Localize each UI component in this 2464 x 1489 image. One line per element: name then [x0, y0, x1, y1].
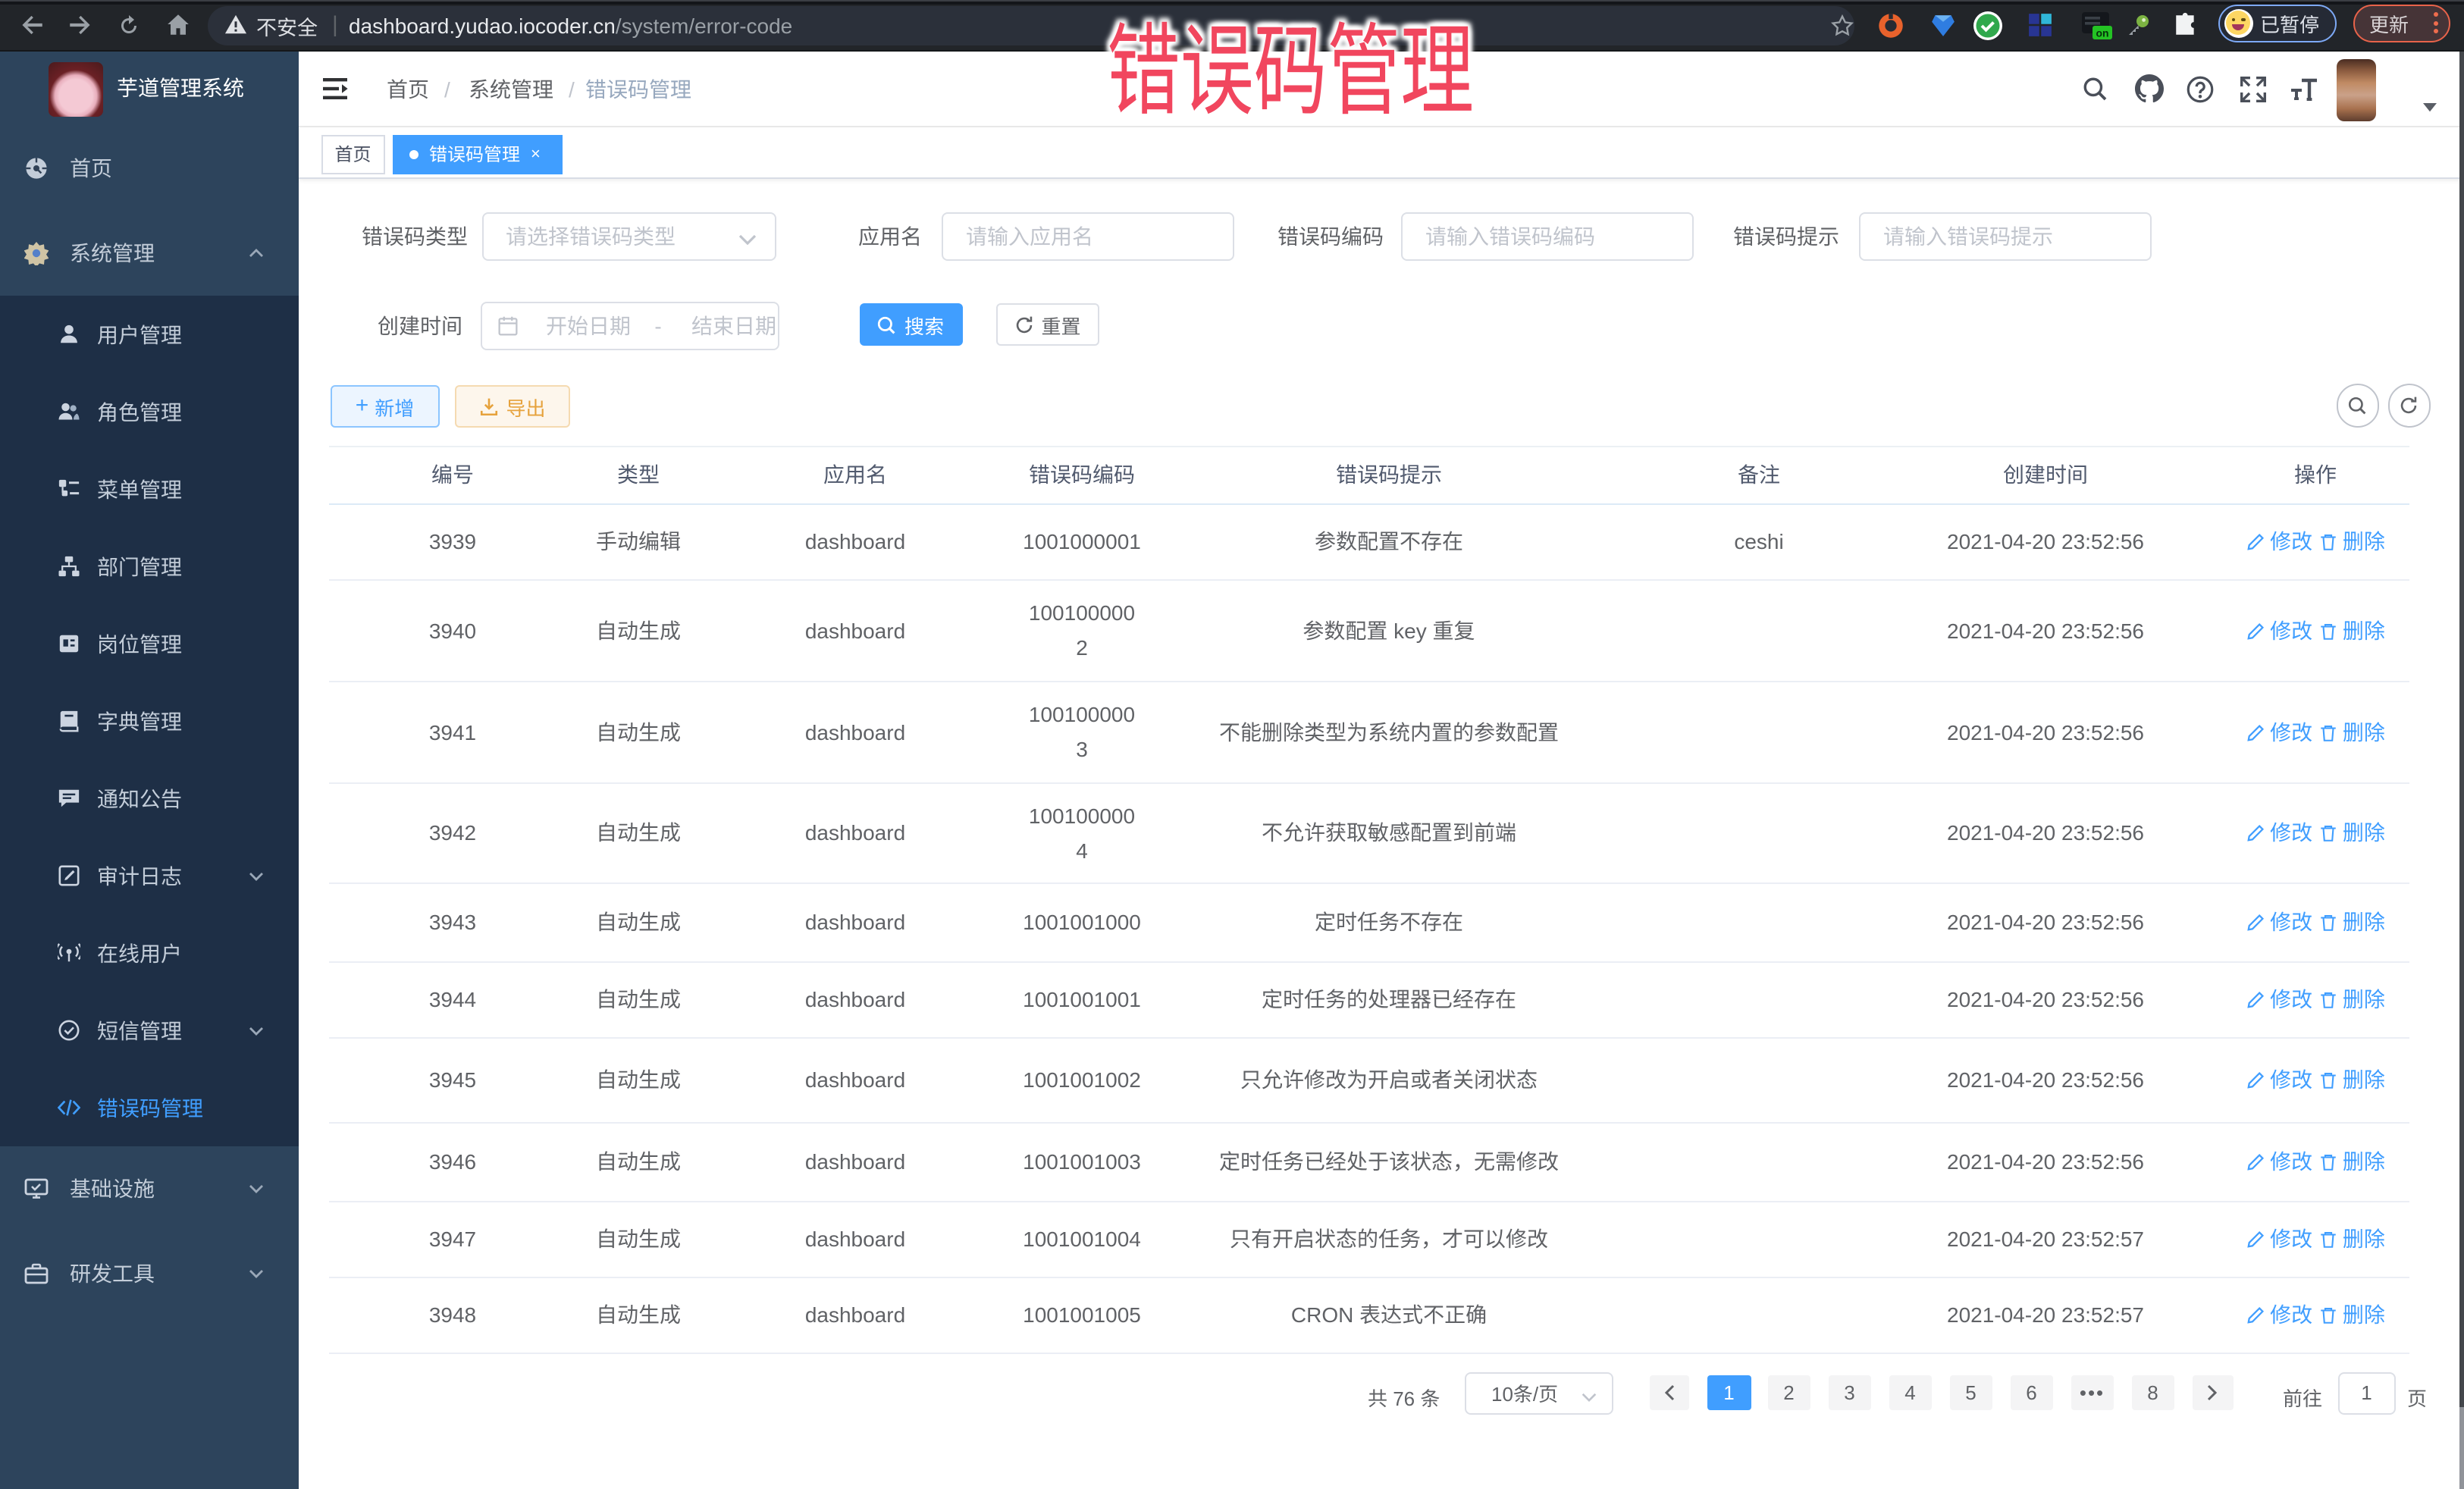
svg-text:on: on	[2095, 27, 2108, 39]
